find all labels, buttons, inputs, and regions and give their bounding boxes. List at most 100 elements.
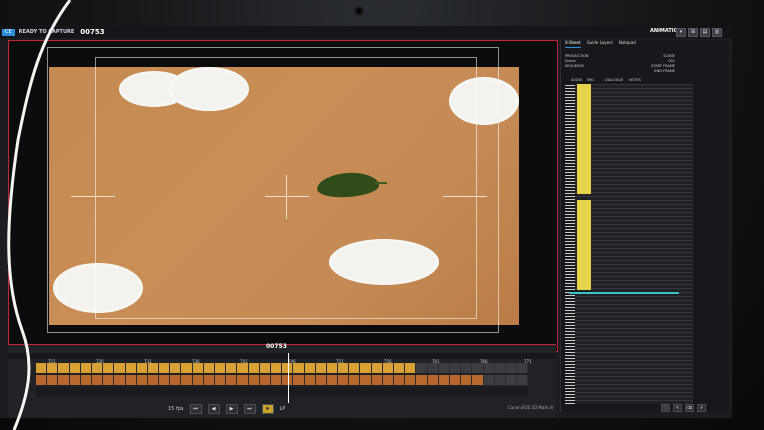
fps-readout[interactable]: 15 fps bbox=[168, 406, 184, 412]
frame-cell[interactable] bbox=[192, 363, 203, 373]
frame-cell[interactable] bbox=[259, 363, 270, 373]
frame-thumbnail[interactable] bbox=[416, 375, 427, 385]
frame-cell[interactable] bbox=[371, 363, 382, 373]
frame-thumbnail[interactable] bbox=[304, 375, 315, 385]
frame-cell[interactable] bbox=[438, 363, 449, 373]
frame-thumbnail[interactable] bbox=[170, 375, 181, 385]
mode-dropdown-button[interactable]: ▾ bbox=[676, 28, 686, 37]
thumbnail-track[interactable] bbox=[36, 375, 528, 385]
frame-cell[interactable] bbox=[270, 363, 282, 373]
capture-viewer[interactable] bbox=[8, 40, 558, 352]
frame-cell[interactable] bbox=[58, 363, 69, 373]
first-frame-button[interactable]: ⏮ bbox=[189, 404, 202, 414]
frame-cell[interactable] bbox=[36, 363, 47, 373]
frame-cell[interactable] bbox=[226, 363, 237, 373]
frame-thumbnail[interactable] bbox=[517, 375, 528, 385]
frame-cell[interactable] bbox=[517, 363, 528, 373]
frame-thumbnail[interactable] bbox=[181, 375, 192, 385]
frame-thumbnail[interactable] bbox=[203, 375, 214, 385]
frame-thumbnail[interactable] bbox=[58, 375, 69, 385]
last-frame-button[interactable]: ⏭ bbox=[243, 404, 256, 414]
frame-cell[interactable] bbox=[382, 363, 393, 373]
frame-thumbnail[interactable] bbox=[472, 375, 483, 385]
frame-cell[interactable] bbox=[103, 363, 114, 373]
color-tool-button[interactable]: ⬛ bbox=[661, 404, 670, 412]
frame-thumbnail[interactable] bbox=[36, 375, 47, 385]
frame-cell[interactable] bbox=[315, 363, 326, 373]
frame-cell[interactable] bbox=[472, 363, 483, 373]
frame-cell[interactable] bbox=[461, 363, 472, 373]
frame-cell[interactable] bbox=[338, 363, 349, 373]
frame-cell[interactable] bbox=[215, 363, 226, 373]
frame-thumbnail[interactable] bbox=[394, 375, 405, 385]
frame-thumbnail[interactable] bbox=[382, 375, 393, 385]
pen-tool-button[interactable]: ✐ bbox=[697, 404, 706, 412]
frame-cell[interactable] bbox=[394, 363, 405, 373]
frame-thumbnail[interactable] bbox=[259, 375, 270, 385]
frame-cell[interactable] bbox=[360, 363, 371, 373]
frame-cell[interactable] bbox=[170, 363, 181, 373]
live-view-button[interactable]: ⏺ bbox=[261, 404, 274, 414]
frame-cell[interactable] bbox=[304, 363, 315, 373]
frame-thumbnail[interactable] bbox=[449, 375, 461, 385]
frame-cell[interactable] bbox=[326, 363, 338, 373]
eraser-tool-button[interactable]: ⌫ bbox=[685, 404, 694, 412]
frame-thumbnail[interactable] bbox=[114, 375, 125, 385]
frame-cell[interactable] bbox=[349, 363, 360, 373]
tab-xsheet[interactable]: X-Sheet bbox=[565, 40, 581, 48]
tab-notepad[interactable]: Notepad bbox=[619, 40, 636, 48]
frame-thumbnail[interactable] bbox=[338, 375, 349, 385]
frame-thumbnail[interactable] bbox=[80, 375, 91, 385]
frame-thumbnail[interactable] bbox=[483, 375, 494, 385]
frame-cell[interactable] bbox=[125, 363, 136, 373]
frame-thumbnail[interactable] bbox=[226, 375, 237, 385]
frame-thumbnail[interactable] bbox=[293, 375, 304, 385]
frame-thumbnail[interactable] bbox=[371, 375, 382, 385]
grid-view-button[interactable]: ⊞ bbox=[688, 28, 698, 37]
pencil-tool-button[interactable]: ✎ bbox=[673, 404, 682, 412]
frame-thumbnail[interactable] bbox=[405, 375, 416, 385]
frame-thumbnail[interactable] bbox=[47, 375, 58, 385]
frame-cell[interactable] bbox=[136, 363, 147, 373]
playhead[interactable] bbox=[288, 353, 289, 403]
frame-cell[interactable] bbox=[203, 363, 214, 373]
frame-thumbnail[interactable] bbox=[69, 375, 80, 385]
frame-cell[interactable] bbox=[494, 363, 505, 373]
frame-cell[interactable] bbox=[248, 363, 259, 373]
frame-thumbnail[interactable] bbox=[136, 375, 147, 385]
frame-cell[interactable] bbox=[91, 363, 103, 373]
frame-thumbnail[interactable] bbox=[315, 375, 326, 385]
timeline-panel[interactable]: 00753 721 726 731 736 741 746 751 756 76… bbox=[8, 343, 556, 418]
frame-thumbnail[interactable] bbox=[192, 375, 203, 385]
frame-cell[interactable] bbox=[47, 363, 58, 373]
frame-cell[interactable] bbox=[237, 363, 248, 373]
frame-cell[interactable] bbox=[181, 363, 192, 373]
frame-thumbnail[interactable] bbox=[505, 375, 517, 385]
timeline-ruler[interactable] bbox=[8, 353, 556, 359]
frame-thumbnail[interactable] bbox=[91, 375, 103, 385]
frame-thumbnail[interactable] bbox=[427, 375, 438, 385]
frame-track[interactable] bbox=[36, 363, 528, 373]
frame-cell[interactable] bbox=[505, 363, 517, 373]
frame-cell[interactable] bbox=[114, 363, 125, 373]
frame-cell[interactable] bbox=[416, 363, 427, 373]
frame-thumbnail[interactable] bbox=[147, 375, 159, 385]
frame-thumbnail[interactable] bbox=[248, 375, 259, 385]
layout-button-b[interactable]: ▥ bbox=[712, 28, 722, 37]
frame-thumbnail[interactable] bbox=[103, 375, 114, 385]
frame-cell[interactable] bbox=[147, 363, 159, 373]
layout-button-a[interactable]: ▤ bbox=[700, 28, 710, 37]
frame-thumbnail[interactable] bbox=[360, 375, 371, 385]
frame-thumbnail[interactable] bbox=[461, 375, 472, 385]
frame-thumbnail[interactable] bbox=[159, 375, 170, 385]
frame-thumbnail[interactable] bbox=[125, 375, 136, 385]
frame-thumbnail[interactable] bbox=[349, 375, 360, 385]
frame-thumbnail[interactable] bbox=[494, 375, 505, 385]
frame-thumbnail[interactable] bbox=[270, 375, 282, 385]
loop-toggle[interactable]: LP bbox=[280, 406, 286, 412]
frame-cell[interactable] bbox=[449, 363, 461, 373]
frame-thumbnail[interactable] bbox=[215, 375, 226, 385]
frame-cell[interactable] bbox=[69, 363, 80, 373]
play-button[interactable]: ▶ bbox=[225, 404, 238, 414]
frame-cell[interactable] bbox=[483, 363, 494, 373]
